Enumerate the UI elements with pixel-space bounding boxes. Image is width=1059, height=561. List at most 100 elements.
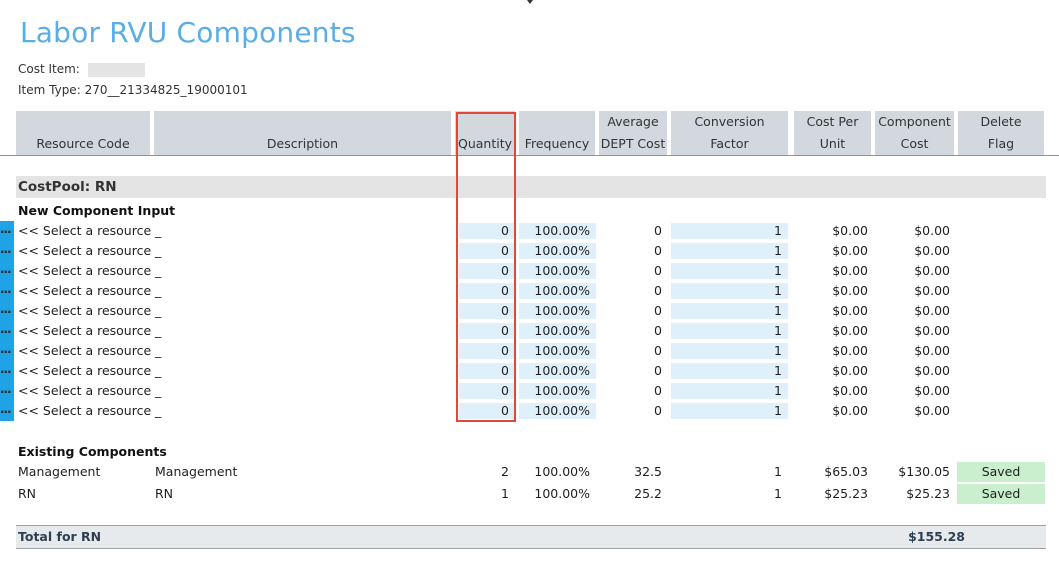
select-resource-link[interactable]: << Select a resource	[18, 341, 151, 361]
description-cell: _	[155, 403, 162, 418]
select-resource-link[interactable]: << Select a resource	[18, 401, 151, 421]
column-header-component-cost[interactable]: Component Cost	[875, 111, 954, 155]
component-cost-cell: $0.00	[914, 323, 950, 338]
new-component-row: ... << Select a resource _ 0 100.00% 0 1 $0.00 $…	[0, 241, 1059, 261]
existing-component-row: RN RN 1 100.00% 25.2 1 $25.23 $25.23 Saved	[0, 484, 1059, 504]
column-header-resource-code[interactable]: Resource Code	[16, 111, 150, 155]
cost-per-unit-cell: $0.00	[832, 303, 868, 318]
description-cell: _	[155, 243, 162, 258]
column-header-quantity[interactable]: Quantity	[455, 111, 515, 155]
select-resource-link[interactable]: << Select a resource	[18, 261, 151, 281]
column-header-conversion-factor[interactable]: Conversion Factor	[671, 111, 788, 155]
frequency-input[interactable]: 100.00%	[519, 363, 596, 379]
quantity-input[interactable]: 0	[459, 343, 515, 359]
new-component-row: ... << Select a resource _ 0 100.00% 0 1 $0.00 $…	[0, 261, 1059, 281]
saved-status-badge[interactable]: Saved	[957, 462, 1045, 482]
column-header-description[interactable]: Description	[154, 111, 451, 155]
frequency-input[interactable]: 100.00%	[519, 343, 596, 359]
average-dept-cost-cell: 0	[654, 383, 662, 398]
conversion-factor-input[interactable]: 1	[671, 243, 788, 259]
frequency-input[interactable]: 100.00%	[519, 223, 596, 239]
quantity-input[interactable]: 0	[459, 243, 515, 259]
conversion-factor-input[interactable]: 1	[671, 343, 788, 359]
conversion-factor-input[interactable]: 1	[671, 223, 788, 239]
resource-code-cell: RN	[18, 486, 37, 501]
description-cell: _	[155, 343, 162, 358]
quantity-input[interactable]: 0	[459, 223, 515, 239]
row-handle[interactable]: ...	[0, 361, 14, 381]
item-type-row: Item Type: 270__21334825_19000101	[18, 83, 248, 97]
select-resource-link[interactable]: << Select a resource	[18, 321, 151, 341]
select-resource-link[interactable]: << Select a resource	[18, 221, 151, 241]
existing-component-row: Management Management 2 100.00% 32.5 1 $65.03 $…	[0, 462, 1059, 482]
description-cell: _	[155, 323, 162, 338]
conversion-factor-input[interactable]: 1	[671, 263, 788, 279]
new-component-row: ... << Select a resource _ 0 100.00% 0 1 $0.00 $…	[0, 221, 1059, 241]
cost-per-unit-cell: $65.03	[824, 464, 868, 479]
cost-per-unit-cell: $0.00	[832, 263, 868, 278]
select-resource-link[interactable]: << Select a resource	[18, 381, 151, 401]
frequency-input[interactable]: 100.00%	[519, 303, 596, 319]
row-handle[interactable]: ...	[0, 241, 14, 261]
component-cost-cell: $0.00	[914, 263, 950, 278]
description-cell: Management	[155, 464, 238, 479]
description-cell: _	[155, 223, 162, 238]
average-dept-cost-cell: 0	[654, 263, 662, 278]
frequency-input[interactable]: 100.00%	[519, 403, 596, 419]
column-header-average-dept-cost[interactable]: Average DEPT Cost	[599, 111, 667, 155]
quantity-input[interactable]: 0	[459, 323, 515, 339]
conversion-factor-input[interactable]: 1	[671, 283, 788, 299]
caret-down-icon	[527, 0, 533, 4]
column-header-frequency[interactable]: Frequency	[519, 111, 595, 155]
frequency-input[interactable]: 100.00%	[519, 323, 596, 339]
total-row: Total for RN $155.28	[16, 525, 1046, 549]
conversion-factor-input[interactable]: 1	[671, 383, 788, 399]
new-component-row: ... << Select a resource _ 0 100.00% 0 1 $0.00 $…	[0, 381, 1059, 401]
column-header-cost-per-unit[interactable]: Cost Per Unit	[794, 111, 871, 155]
description-cell: _	[155, 283, 162, 298]
column-header-delete-flag[interactable]: Delete Flag	[958, 111, 1044, 155]
item-type-value: 270__21334825_19000101	[84, 83, 248, 97]
component-cost-cell: $0.00	[914, 243, 950, 258]
select-resource-link[interactable]: << Select a resource	[18, 241, 151, 261]
select-resource-link[interactable]: << Select a resource	[18, 361, 151, 381]
quantity-input[interactable]: 0	[459, 303, 515, 319]
quantity-input[interactable]: 0	[459, 383, 515, 399]
cost-per-unit-cell: $0.00	[832, 343, 868, 358]
quantity-input[interactable]: 0	[459, 403, 515, 419]
quantity-input[interactable]: 0	[459, 363, 515, 379]
description-cell: _	[155, 263, 162, 278]
average-dept-cost-cell: 0	[654, 343, 662, 358]
row-handle[interactable]: ...	[0, 301, 14, 321]
frequency-input[interactable]: 100.00%	[519, 383, 596, 399]
row-handle[interactable]: ...	[0, 281, 14, 301]
frequency-input[interactable]: 100.00%	[519, 283, 596, 299]
conversion-factor-input[interactable]: 1	[671, 323, 788, 339]
conversion-factor-input[interactable]: 1	[671, 363, 788, 379]
quantity-cell: 1	[501, 486, 509, 501]
row-handle[interactable]: ...	[0, 221, 14, 241]
saved-status-badge[interactable]: Saved	[957, 484, 1045, 504]
row-handle[interactable]: ...	[0, 401, 14, 421]
new-component-row: ... << Select a resource _ 0 100.00% 0 1 $0.00 $…	[0, 281, 1059, 301]
quantity-input[interactable]: 0	[459, 283, 515, 299]
row-handle[interactable]: ...	[0, 261, 14, 281]
frequency-input[interactable]: 100.00%	[519, 243, 596, 259]
select-resource-link[interactable]: << Select a resource	[18, 301, 151, 321]
item-type-label: Item Type:	[18, 83, 81, 97]
row-handle[interactable]: ...	[0, 321, 14, 341]
cost-per-unit-cell: $0.00	[832, 243, 868, 258]
average-dept-cost-cell: 0	[654, 223, 662, 238]
new-component-heading: New Component Input	[18, 203, 176, 218]
row-handle[interactable]: ...	[0, 341, 14, 361]
conversion-factor-input[interactable]: 1	[671, 403, 788, 419]
row-handle[interactable]: ...	[0, 381, 14, 401]
conversion-factor-input[interactable]: 1	[671, 303, 788, 319]
quantity-input[interactable]: 0	[459, 263, 515, 279]
new-component-row: ... << Select a resource _ 0 100.00% 0 1 $0.00 $…	[0, 301, 1059, 321]
average-dept-cost-cell: 0	[654, 363, 662, 378]
select-resource-link[interactable]: << Select a resource	[18, 281, 151, 301]
costpool-header: CostPool: RN	[16, 176, 1046, 198]
frequency-input[interactable]: 100.00%	[519, 263, 596, 279]
cost-per-unit-cell: $0.00	[832, 323, 868, 338]
